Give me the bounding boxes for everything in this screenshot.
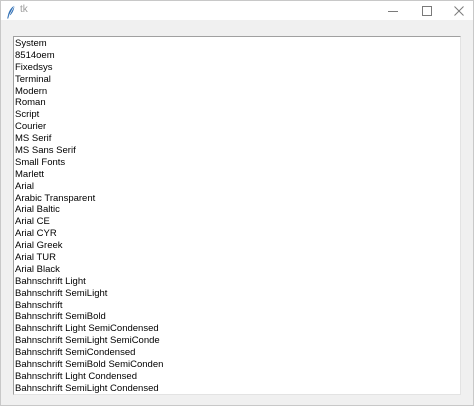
tk-feather-icon: [6, 4, 16, 19]
font-list-item[interactable]: Bahnschrift SemiBold: [14, 311, 460, 323]
font-list-item[interactable]: Bahnschrift Light SemiCondensed: [14, 323, 460, 335]
font-list-item[interactable]: Small Fonts: [14, 157, 460, 169]
font-list-item[interactable]: Terminal: [14, 74, 460, 86]
font-list-item[interactable]: Arial CE: [14, 216, 460, 228]
font-list-item[interactable]: Marlett: [14, 169, 460, 181]
font-list-item[interactable]: Bahnschrift Light Condensed: [14, 371, 460, 383]
font-list-item[interactable]: MS Sans Serif: [14, 145, 460, 157]
font-list-item[interactable]: Bahnschrift Light: [14, 276, 460, 288]
font-list-item[interactable]: 8514oem: [14, 50, 460, 62]
font-list-item[interactable]: Bahnschrift: [14, 300, 460, 312]
font-list-item[interactable]: Arabic Transparent: [14, 193, 460, 205]
window-title: tk: [20, 4, 28, 15]
font-list-item[interactable]: Arial Greek: [14, 240, 460, 252]
maximize-button[interactable]: [409, 1, 445, 20]
font-list-item[interactable]: Arial CYR: [14, 228, 460, 240]
font-list-item[interactable]: Fixedsys: [14, 62, 460, 74]
font-list-item[interactable]: Arial Black: [14, 264, 460, 276]
font-list-item[interactable]: Courier: [14, 121, 460, 133]
font-list-item[interactable]: Arial: [14, 181, 460, 193]
minimize-button[interactable]: [375, 1, 411, 20]
maximize-icon: [422, 5, 432, 16]
font-list-item[interactable]: Bahnschrift SemiLight: [14, 288, 460, 300]
title-bar[interactable]: tk: [1, 1, 473, 20]
font-list: System 8514oem Fixedsys Terminal Modern Roman…: [14, 37, 460, 394]
font-list-item[interactable]: Bahnschrift SemiLight Condensed: [14, 383, 460, 394]
close-button[interactable]: [441, 1, 474, 20]
font-list-item[interactable]: Bahnschrift SemiBold SemiConden: [14, 359, 460, 371]
close-icon: [454, 5, 464, 16]
tk-window: tk System 8514oem Fixedsys Terminal Modern Ro…: [0, 0, 474, 406]
font-list-item[interactable]: Roman: [14, 97, 460, 109]
font-list-item[interactable]: Modern: [14, 86, 460, 98]
font-list-item[interactable]: System: [14, 38, 460, 50]
font-list-item[interactable]: MS Serif: [14, 133, 460, 145]
font-list-item[interactable]: Arial TUR: [14, 252, 460, 264]
font-list-item[interactable]: Arial Baltic: [14, 204, 460, 216]
minimize-icon: [388, 6, 398, 16]
font-list-item[interactable]: Script: [14, 109, 460, 121]
font-list-item[interactable]: Bahnschrift SemiLight SemiConde: [14, 335, 460, 347]
font-listbox[interactable]: System 8514oem Fixedsys Terminal Modern Roman…: [13, 36, 461, 395]
font-list-item[interactable]: Bahnschrift SemiCondensed: [14, 347, 460, 359]
